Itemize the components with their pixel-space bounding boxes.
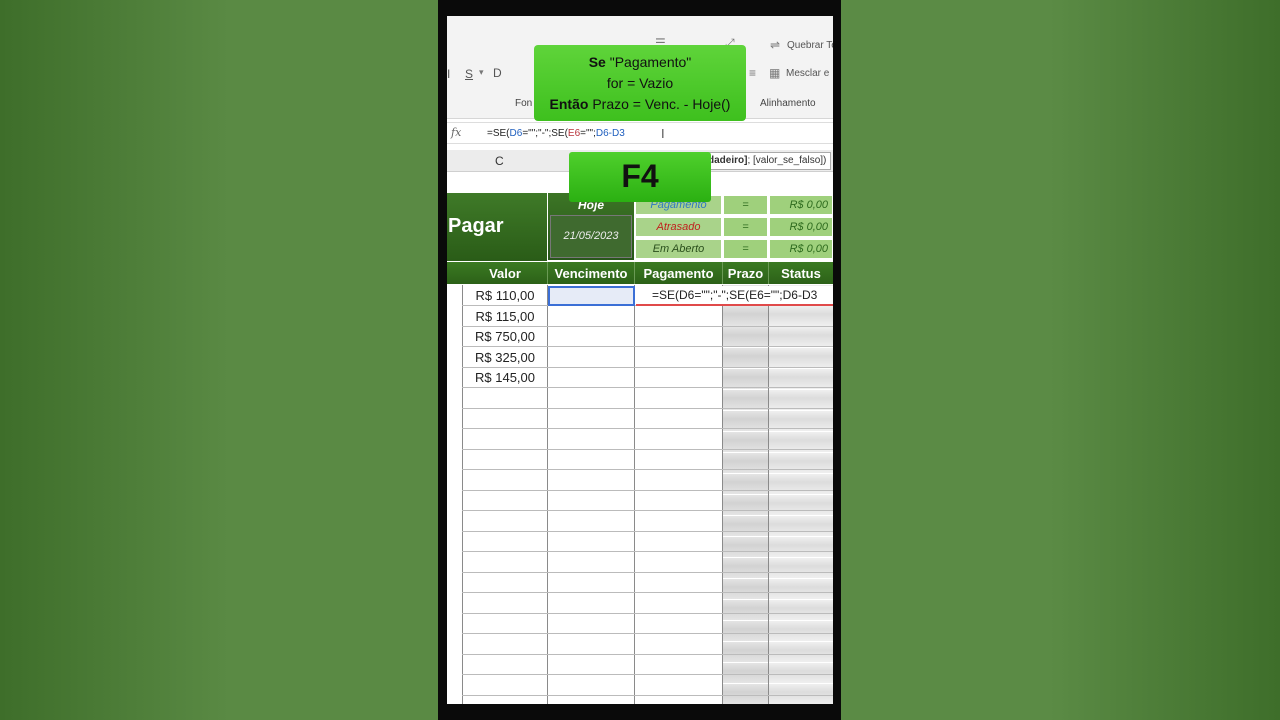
alignment-group-label: Alinhamento xyxy=(760,98,816,109)
grid-row-line xyxy=(462,572,833,573)
value-cell[interactable]: R$ 750,00 xyxy=(463,327,547,347)
wrap-text-icon[interactable]: ⇌ xyxy=(770,38,780,52)
grid-row-line xyxy=(462,449,833,450)
underline-button[interactable]: S xyxy=(465,67,473,81)
grid-row-line xyxy=(462,633,833,634)
formula-text[interactable]: =SE(D6="";"-";SE(E6="";D6-D3 xyxy=(487,128,625,139)
summary-label-em-aberto[interactable]: Em Aberto xyxy=(635,239,722,259)
summary-value-em-aberto[interactable]: R$ 0,00 xyxy=(769,239,833,259)
formula-part: =""; xyxy=(580,128,596,139)
function-tooltip: dadeiro]; [valor_se_falso]) xyxy=(703,152,832,170)
italic-button[interactable]: I xyxy=(447,67,450,81)
header-status[interactable]: Status xyxy=(769,262,833,284)
text-cursor-icon: I xyxy=(661,126,665,141)
align-right-icon[interactable]: ≡ xyxy=(749,66,756,80)
merge-center-button[interactable]: Mesclar e xyxy=(786,68,829,79)
grid-row-line xyxy=(462,469,833,470)
grid-row-line xyxy=(462,490,833,491)
callout-line-2: for = Vazio xyxy=(606,75,674,91)
summary-label-atrasado[interactable]: Atrasado xyxy=(635,217,722,237)
grid-row-line xyxy=(462,654,833,655)
value-cell[interactable]: R$ 145,00 xyxy=(463,368,547,388)
summary-value-pagamento[interactable]: R$ 0,00 xyxy=(769,195,833,215)
table-header-row: Valor Vencimento Pagamento Prazo Status xyxy=(447,262,833,284)
header-vencimento[interactable]: Vencimento xyxy=(548,262,635,284)
formula-ref-d6: D6 xyxy=(509,128,523,139)
grid-row-line xyxy=(462,674,833,675)
value-cell[interactable]: R$ 325,00 xyxy=(463,348,547,368)
grid-row-line xyxy=(462,695,833,696)
grid-row-line xyxy=(462,613,833,614)
hoje-block: Hoje 21/05/2023 xyxy=(548,193,634,260)
underline-dropdown-icon[interactable]: ▾ xyxy=(479,67,484,78)
callout-keyword: Então xyxy=(549,96,589,112)
formula-part: =SE( xyxy=(487,128,510,139)
header-prazo[interactable]: Prazo xyxy=(723,262,769,284)
grid-row-line xyxy=(462,428,833,429)
callout-text: "Pagamento" xyxy=(605,54,692,70)
selected-cell-vencimento[interactable] xyxy=(548,286,635,306)
tooltip-arg-rest: ; [valor_se_falso]) xyxy=(747,155,827,166)
summary-value-atrasado[interactable]: R$ 0,00 xyxy=(769,217,833,237)
grid-column-line xyxy=(547,285,548,704)
grid-column-line xyxy=(768,285,769,704)
f4-key-label: F4 xyxy=(569,152,711,202)
grid-row-line xyxy=(462,592,833,593)
sheet-title: Pagar xyxy=(447,193,547,261)
formula-ref-d6-d3: D6-D3 xyxy=(595,128,625,139)
formula-part: ="";"-";SE( xyxy=(522,128,568,139)
formula-explanation-callout: Se "Pagamento" for = Vazio Então Prazo =… xyxy=(534,45,746,121)
formula-bar[interactable]: fx =SE(D6="";"-";SE(E6="";D6-D3 I xyxy=(447,122,833,144)
hoje-date-cell[interactable]: 21/05/2023 xyxy=(550,215,632,258)
summary-eq[interactable]: = xyxy=(723,239,768,259)
value-cell[interactable]: R$ 115,00 xyxy=(463,307,547,327)
grid-column-line xyxy=(634,285,635,704)
border-button[interactable]: D xyxy=(493,66,502,80)
wrap-text-button[interactable]: Quebrar Tex xyxy=(787,40,833,51)
column-header-c[interactable]: C xyxy=(495,154,504,168)
tooltip-arg-current: dadeiro] xyxy=(708,155,748,166)
callout-keyword: Se xyxy=(588,54,606,70)
header-valor[interactable]: Valor xyxy=(463,262,548,284)
grid-column-line xyxy=(722,285,723,704)
callout-text: Prazo = Venc. - Hoje() xyxy=(588,96,731,112)
callout-line-1: Se "Pagamento" xyxy=(534,52,746,73)
value-cell[interactable]: R$ 110,00 xyxy=(463,286,547,306)
summary-eq[interactable]: = xyxy=(723,195,768,215)
callout-line-3: Então Prazo = Venc. - Hoje() xyxy=(534,94,746,115)
editing-cell-prazo[interactable]: =SE(D6="";"-";SE(E6="";D6-D3 xyxy=(636,286,833,306)
grid-row-line xyxy=(462,531,833,532)
merge-center-icon[interactable]: ▦ xyxy=(769,66,780,80)
formula-ref-e6: E6 xyxy=(567,128,581,139)
grid-row-line xyxy=(462,510,833,511)
grid-row-line xyxy=(462,408,833,409)
font-group-label: Fon xyxy=(515,98,533,109)
fx-icon[interactable]: fx xyxy=(451,126,461,139)
header-pagamento[interactable]: Pagamento xyxy=(635,262,723,284)
summary-eq[interactable]: = xyxy=(723,217,768,237)
grid-row-line xyxy=(462,551,833,552)
